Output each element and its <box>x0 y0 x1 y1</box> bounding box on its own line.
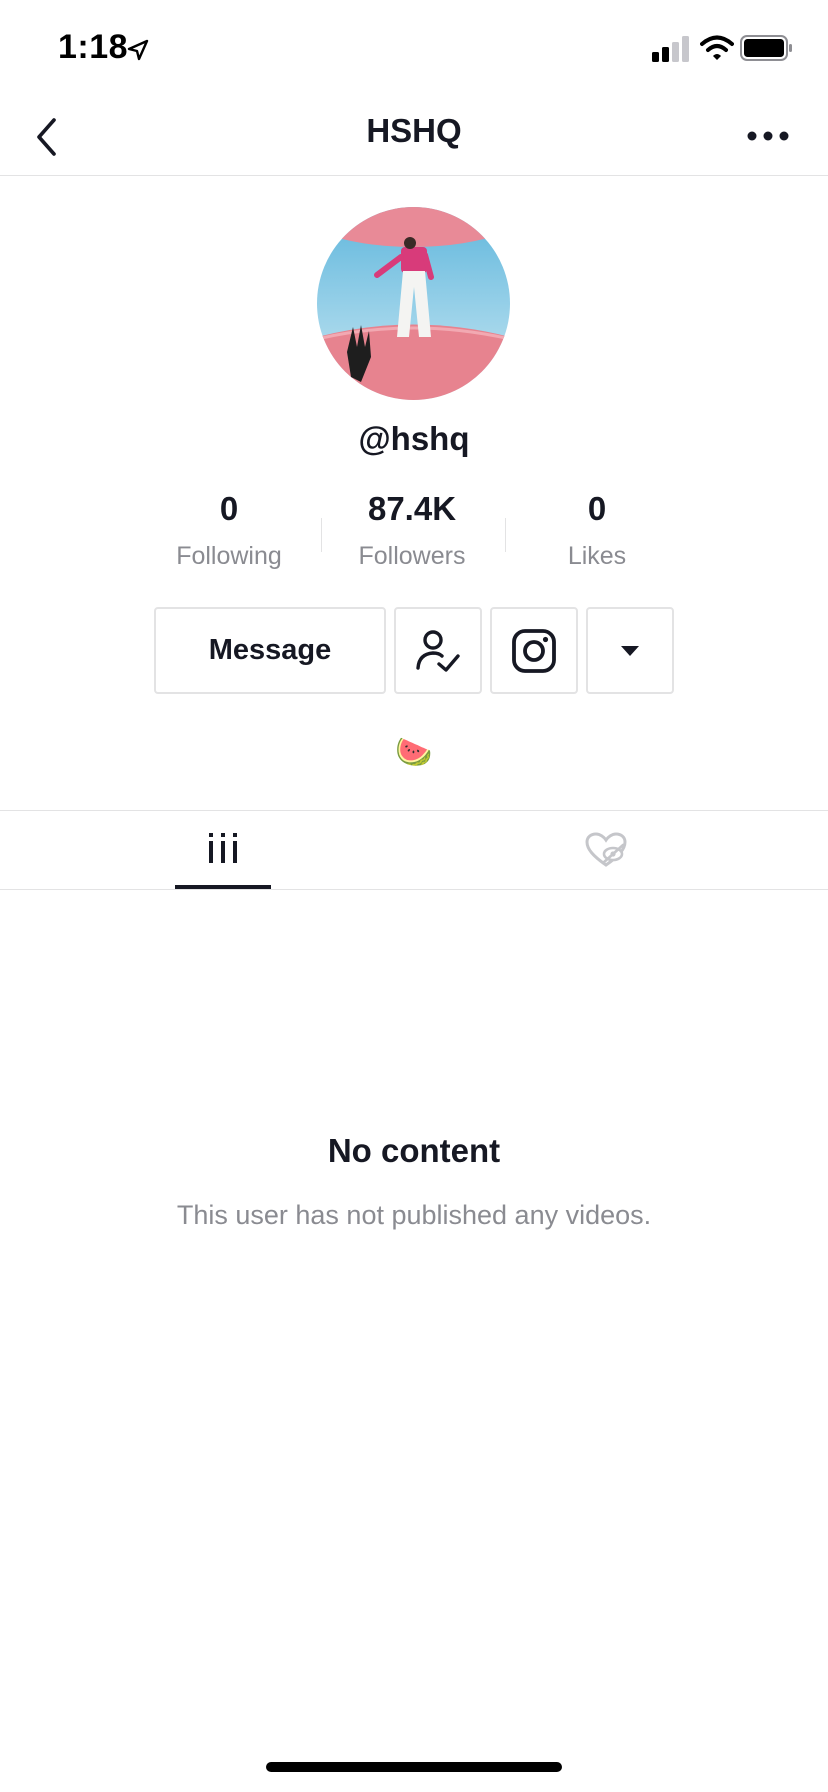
profile-screen: 1:18 HSHQ @hshq 0 Following 87.4K Follow… <box>0 0 828 1792</box>
message-button[interactable]: Message <box>154 607 386 694</box>
ellipsis-icon[interactable] <box>746 126 790 146</box>
home-indicator[interactable] <box>266 1762 562 1772</box>
user-check-icon <box>416 629 460 672</box>
avatar[interactable] <box>317 207 510 400</box>
stat-divider <box>505 518 506 552</box>
stat-likes[interactable]: 0 Likes <box>507 490 687 571</box>
status-time: 1:18 <box>58 28 129 66</box>
username: @hshq <box>358 420 470 457</box>
followers-count: 87.4K <box>367 490 457 527</box>
nav-bar: HSHQ <box>0 100 828 176</box>
likes-label: Likes <box>567 542 627 570</box>
likes-count: 0 <box>587 490 607 527</box>
instagram-button[interactable] <box>490 607 578 694</box>
followers-label: Followers <box>358 542 466 570</box>
empty-state-description: This user has not published any videos. <box>176 1200 652 1230</box>
avatar-image <box>317 207 510 400</box>
stat-following[interactable]: 0 Following <box>139 490 319 571</box>
more-options-button[interactable] <box>586 607 674 694</box>
page-title: HSHQ <box>366 112 462 149</box>
cellular-signal-icon <box>652 36 689 62</box>
instagram-icon <box>512 628 556 673</box>
following-count: 0 <box>219 490 239 527</box>
empty-state-title: No content <box>327 1132 501 1169</box>
following-label: Following <box>176 542 282 570</box>
followed-button[interactable] <box>394 607 482 694</box>
grid-columns-icon <box>209 833 237 863</box>
caret-down-icon <box>621 645 639 656</box>
location-arrow-icon <box>127 39 149 61</box>
bio-text: 🍉 <box>395 736 433 769</box>
wifi-icon <box>700 35 734 60</box>
profile-tabs <box>0 810 828 890</box>
status-bar: 1:18 <box>0 0 828 100</box>
battery-icon <box>740 35 792 61</box>
tab-liked[interactable] <box>558 811 654 889</box>
tab-videos[interactable] <box>175 811 271 889</box>
stat-followers[interactable]: 87.4K Followers <box>322 490 502 571</box>
heart-hidden-icon <box>585 832 627 867</box>
